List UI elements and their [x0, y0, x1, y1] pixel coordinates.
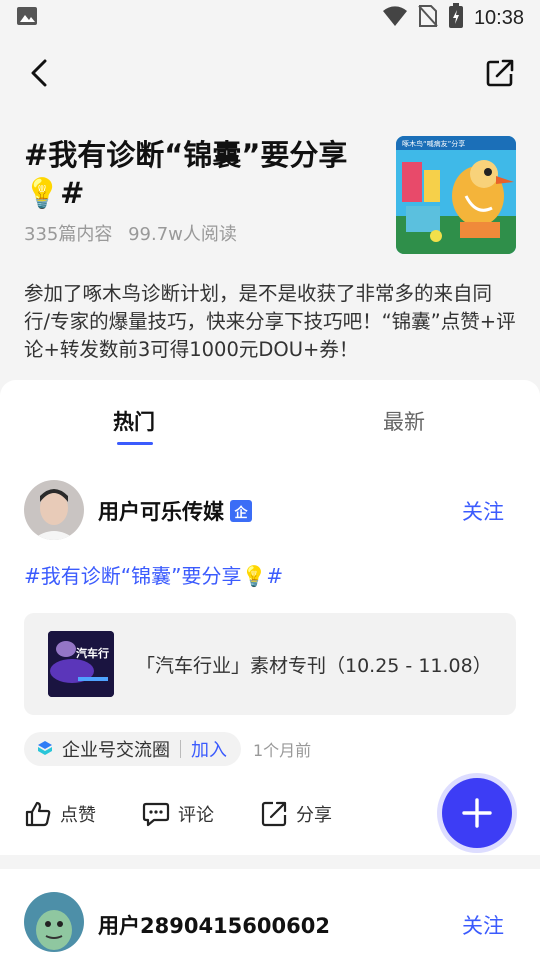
post-topic-tag[interactable]: #我有诊断“锦囊”要分享💡# — [24, 560, 283, 589]
material-thumbnail: 汽车行 — [48, 631, 114, 697]
follow-button[interactable]: 关注 — [462, 910, 504, 940]
post-actions: 点赞 评论 分享 — [24, 800, 378, 828]
topic-header: #我有诊断“锦囊”要分享💡# 335篇内容 99.7w人阅读 啄木鸟“喊病友”分… — [0, 130, 540, 380]
share-icon — [261, 801, 287, 827]
plus-icon — [462, 798, 492, 828]
like-label: 点赞 — [60, 805, 96, 826]
no-sim-icon — [418, 4, 438, 32]
author-name: 用户2890415600602 — [98, 914, 330, 938]
share-label: 分享 — [296, 805, 332, 826]
post-meta-row: 企业号交流圈 加入 1个月前 — [24, 732, 311, 766]
share-button[interactable]: 分享 — [260, 800, 332, 828]
image-notification-icon — [16, 6, 38, 30]
content-card: 热门 最新 用户可乐传媒 企 关注 #我有诊断“锦囊”要分享💡# 汽车行 「汽车… — [0, 380, 540, 960]
wifi-icon — [382, 5, 408, 31]
topic-stats: 335篇内容 99.7w人阅读 — [24, 220, 237, 246]
back-button[interactable] — [20, 53, 60, 93]
circle-name: 企业号交流圈 — [62, 740, 170, 761]
enterprise-badge: 企 — [230, 500, 252, 522]
avatar[interactable] — [24, 480, 84, 540]
material-card[interactable]: 汽车行 「汽车行业」素材专刊（10.25 - 11.08） — [24, 613, 516, 715]
author-name-row[interactable]: 用户可乐传媒 企 — [98, 496, 252, 526]
comment-button[interactable]: 评论 — [142, 800, 214, 828]
share-page-button[interactable] — [480, 53, 520, 93]
tab-hot[interactable]: 热门 — [113, 406, 155, 436]
topic-description: 参加了啄木鸟诊断计划，是不是收获了非常多的来自同行/专家的爆量技巧，快来分享下技… — [24, 282, 516, 361]
topic-post-count: 335篇内容 — [24, 224, 113, 245]
comment-label: 评论 — [178, 805, 214, 826]
nav-bar — [0, 40, 540, 106]
chip-divider — [180, 740, 181, 758]
avatar[interactable] — [24, 892, 84, 952]
material-thumb-text: 汽车行 — [76, 646, 109, 660]
tab-bar: 热门 最新 — [0, 380, 540, 450]
thumbs-up-icon — [25, 801, 51, 827]
author-name-row[interactable]: 用户2890415600602 — [98, 910, 330, 940]
chevron-left-icon — [31, 59, 47, 87]
battery-charging-icon — [448, 3, 464, 33]
active-tab-indicator — [117, 442, 153, 445]
cover-banner-text: 啄木鸟“喊病友”分享 — [402, 139, 465, 148]
post-time: 1个月前 — [253, 741, 312, 760]
tab-latest[interactable]: 最新 — [383, 406, 425, 436]
join-circle-button[interactable]: 加入 — [191, 736, 227, 762]
create-post-button[interactable] — [442, 778, 512, 848]
topic-cover-image: 啄木鸟“喊病友”分享 — [396, 136, 516, 254]
topic-read-count: 99.7w人阅读 — [128, 224, 237, 245]
like-button[interactable]: 点赞 — [24, 800, 96, 828]
author-name: 用户可乐传媒 — [98, 500, 224, 524]
status-time: 10:38 — [473, 6, 524, 29]
status-bar: 10:38 — [0, 0, 540, 36]
share-out-icon — [486, 59, 514, 87]
topic-title: #我有诊断“锦囊”要分享💡# — [24, 138, 348, 210]
post-divider — [0, 855, 540, 869]
circle-logo-icon — [38, 741, 52, 755]
circle-chip[interactable]: 企业号交流圈 加入 — [24, 732, 241, 766]
material-title: 「汽车行业」素材专刊（10.25 - 11.08） — [136, 655, 492, 677]
comment-icon — [142, 802, 170, 827]
follow-button[interactable]: 关注 — [462, 496, 504, 526]
